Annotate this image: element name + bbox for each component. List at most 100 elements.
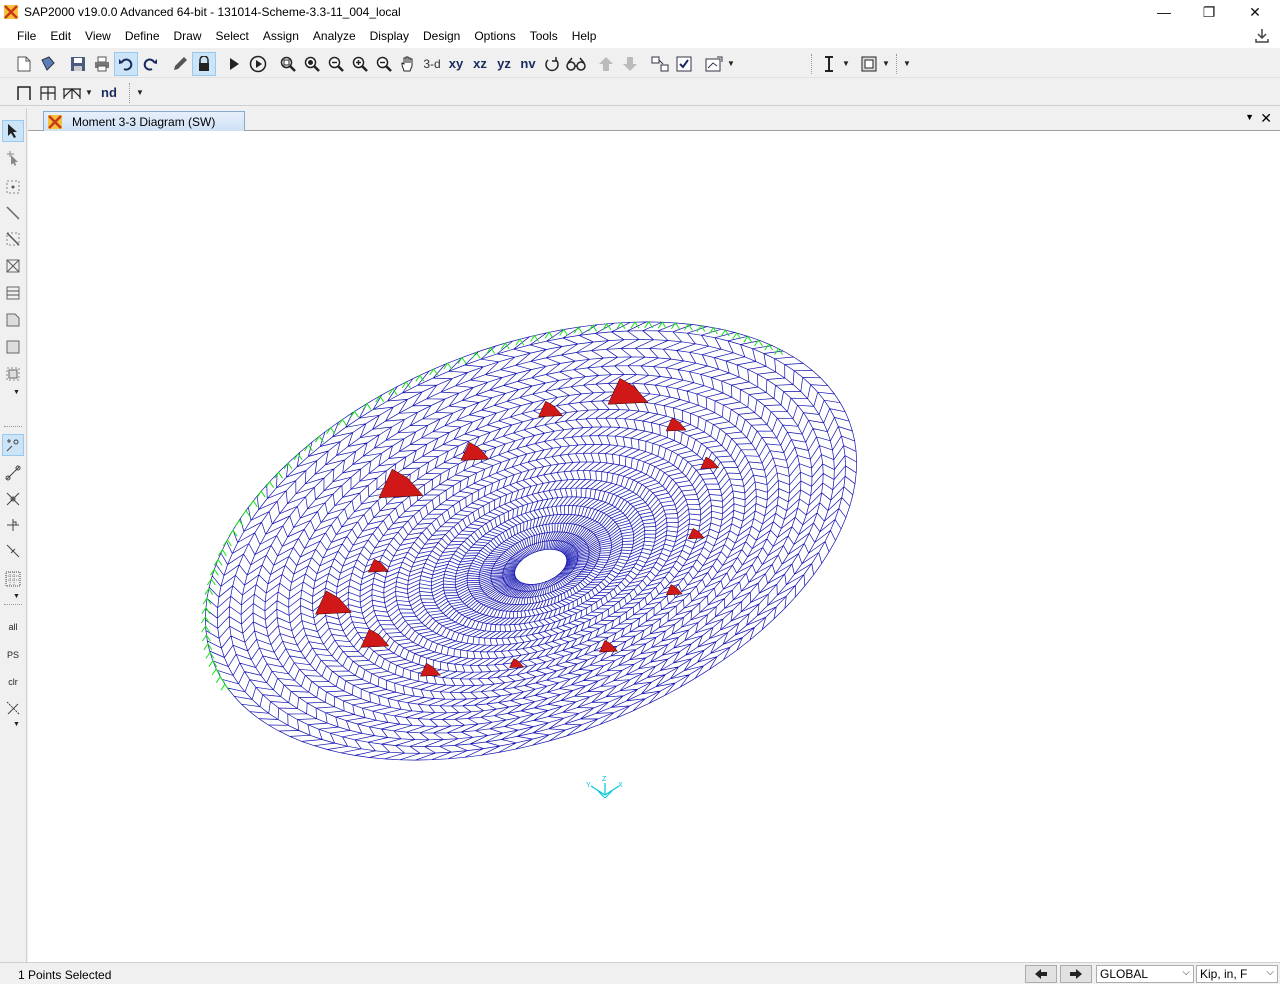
draw-joint-icon[interactable] [2,176,24,198]
mesh-lines [205,321,857,761]
snap-joints-icon[interactable] [2,434,24,456]
text-cursor-dropdown[interactable]: ▼ [841,59,851,68]
select-all-label: all [8,622,18,632]
snap-fine-grid-icon[interactable] [2,568,24,590]
clear-selection-button[interactable]: clr [2,671,24,693]
secondary-toolbar-dropdown[interactable]: ▼ [135,88,145,97]
menu-view[interactable]: View [78,24,118,48]
menu-draw[interactable]: Draw [167,24,209,48]
shell-section-dropdown[interactable]: ▼ [881,59,891,68]
restraint-markers [200,320,783,691]
moment-peak-2 [367,558,389,573]
move-up-icon[interactable] [594,52,618,76]
pencil-icon[interactable] [168,52,192,76]
menu-tools[interactable]: Tools [523,24,565,48]
axis-y-label: Y [586,782,591,789]
shell-model-view[interactable]: Y Z X [28,131,1280,962]
menu-display[interactable]: Display [363,24,416,48]
undo-icon[interactable] [114,51,138,76]
menu-edit[interactable]: Edit [43,24,78,48]
model-viewport[interactable]: Y Z X [28,131,1280,962]
select-tools-dropdown[interactable]: ▼ [13,721,20,728]
print-icon[interactable] [90,52,114,76]
menu-analyze[interactable]: Analyze [306,24,363,48]
menu-design[interactable]: Design [416,24,467,48]
truss-template-dropdown[interactable]: ▼ [84,88,94,97]
menu-assign[interactable]: Assign [256,24,306,48]
draw-tools-dropdown[interactable]: ▼ [13,389,20,396]
open-template-icon[interactable] [36,52,60,76]
run-analysis-icon[interactable] [222,52,246,76]
document-window: Moment 3-3 Diagram (SW) ▼ ✕ Y Z X [28,108,1280,962]
quick-draw-frame-icon[interactable] [2,228,24,250]
tab-moment-diagram[interactable]: Moment 3-3 Diagram (SW) [43,111,245,131]
text-cursor-icon[interactable] [817,52,841,76]
coord-system-select[interactable]: GLOBAL ⌵ [1096,965,1194,983]
download-icon[interactable] [1254,28,1270,44]
snap-lines-edges-icon[interactable] [2,540,24,562]
save-icon[interactable] [66,52,90,76]
replicate-icon[interactable] [648,52,672,76]
next-step-button[interactable] [1060,965,1092,983]
view-yz-button[interactable]: yz [492,52,516,76]
draw-poly-area-icon[interactable] [2,309,24,331]
tab-close-icon[interactable]: ✕ [1260,110,1272,127]
menu-bar: File Edit View Define Draw Select Assign… [0,24,1280,48]
quick-frame-icon[interactable] [36,81,60,105]
menu-options[interactable]: Options [467,24,522,48]
quick-draw-secondary-icon[interactable] [2,282,24,304]
move-down-icon[interactable] [618,52,642,76]
close-button[interactable]: ✕ [1232,0,1278,24]
minimize-button[interactable]: — [1141,0,1187,24]
view-nv-button[interactable]: nv [516,52,540,76]
menu-file[interactable]: File [10,24,43,48]
snap-tools-dropdown[interactable]: ▼ [13,593,20,600]
secondary-toolbar: ▼ nd ▼ [0,80,1280,106]
redo-icon[interactable] [138,52,162,76]
run-now-icon[interactable] [246,52,270,76]
new-model-icon[interactable] [12,52,36,76]
zoom-previous-icon[interactable] [300,52,324,76]
previous-step-button[interactable] [1025,965,1057,983]
zoom-out-icon[interactable] [372,52,396,76]
perspective-glasses-icon[interactable] [564,52,588,76]
sap2000-logo-icon [4,5,18,19]
display-options-dropdown[interactable]: ▼ [726,59,736,68]
display-options-icon[interactable] [702,52,726,76]
quick-draw-area-icon[interactable] [2,363,24,385]
shell-section-icon[interactable] [857,52,881,76]
check-model-icon[interactable] [672,52,696,76]
menu-select[interactable]: Select [209,24,256,48]
snap-line-ends-icon[interactable] [2,462,24,484]
restore-button[interactable]: ❐ [1186,0,1232,24]
quick-draw-braces-icon[interactable] [2,255,24,277]
snap-perpendicular-icon[interactable] [2,514,24,536]
menu-define[interactable]: Define [118,24,167,48]
snap-intersections-icon[interactable] [2,488,24,510]
pan-hand-icon[interactable] [396,52,420,76]
toolbar-overflow-dropdown[interactable]: ▼ [902,59,912,68]
moment-peak-6 [607,377,649,405]
intersecting-line-select-icon[interactable] [2,697,24,719]
draw-rect-area-icon[interactable] [2,336,24,358]
view-xz-button[interactable]: xz [468,52,492,76]
view-3d-button[interactable]: 3-d [420,52,444,76]
arrow-left-icon [1035,969,1047,979]
previous-selection-button[interactable]: PS [2,644,24,666]
zoom-window-icon[interactable] [276,52,300,76]
truss-template-icon[interactable] [60,81,84,105]
reshaper-icon[interactable] [2,148,24,170]
units-select[interactable]: Kip, in, F ⌵ [1196,965,1278,983]
view-xy-button[interactable]: xy [444,52,468,76]
lock-icon[interactable] [192,51,216,76]
rotate-view-icon[interactable] [540,52,564,76]
zoom-full-icon[interactable] [324,52,348,76]
nd-button[interactable]: nd [94,81,124,105]
menu-help[interactable]: Help [565,24,604,48]
pointer-select-icon[interactable] [2,120,24,142]
draw-frame-icon[interactable] [12,81,36,105]
tab-menu-dropdown[interactable]: ▼ [1245,112,1254,122]
zoom-in-icon[interactable] [348,52,372,76]
select-all-button[interactable]: all [2,616,24,638]
draw-frame-line-icon[interactable] [2,202,24,224]
